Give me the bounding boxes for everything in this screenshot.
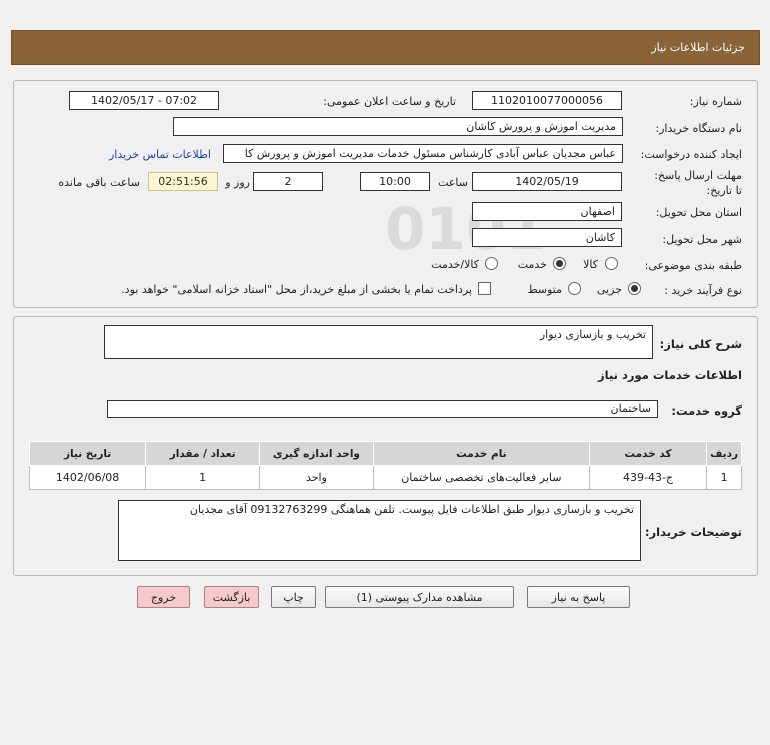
deadline-days-field: 2: [253, 172, 323, 191]
creator-field: عباس مجدیان عباس آبادی کارشناس مسئول خدم…: [223, 144, 623, 163]
back-button[interactable]: بازگشت: [204, 586, 259, 608]
city-field: کاشان: [472, 228, 622, 247]
col-name-header: نام خدمت: [372, 441, 590, 466]
category-goods-label: کالا: [583, 258, 598, 271]
buyer-notes-label: توضیحات خریدار:: [644, 525, 742, 539]
service-group-field: ساختمان: [107, 400, 658, 418]
page-header: جزئیات اطلاعات نیاز: [11, 30, 760, 65]
col-qty-header: تعداد / مقدار: [145, 441, 261, 466]
category-label: طبقه بندی موضوعی:: [644, 259, 742, 272]
page-title: جزئیات اطلاعات نیاز: [651, 41, 745, 54]
province-field: اصفهان: [472, 202, 622, 221]
col-row-header: ردیف: [706, 441, 742, 466]
category-goods-service-radio[interactable]: [485, 257, 498, 270]
view-attachments-button[interactable]: مشاهده مدارک پیوستی (1): [325, 586, 514, 608]
cell-service-name: سایر فعالیت‌های تخصصی ساختمان: [372, 465, 590, 490]
remaining-time-label: ساعت باقی مانده: [58, 176, 140, 189]
announce-field: 1402/05/17 - 07:02: [69, 91, 219, 110]
col-date-header: تاریخ نیاز: [28, 441, 147, 466]
deadline-days-label: روز و: [225, 176, 250, 189]
cell-need-date: 1402/06/08: [28, 465, 147, 490]
print-button[interactable]: چاپ: [271, 586, 316, 608]
category-goods-radio[interactable]: [605, 257, 618, 270]
creator-label: ایجاد کننده درخواست:: [640, 148, 742, 161]
category-service-label: خدمت: [517, 258, 547, 271]
announce-label: تاریخ و ساعت اعلان عمومی:: [323, 95, 456, 108]
treasury-payment-checkbox[interactable]: [478, 282, 491, 295]
reply-button[interactable]: پاسخ به نیاز: [527, 586, 630, 608]
process-label: نوع فرآیند خرید :: [664, 284, 742, 297]
remaining-time-field: 02:51:56: [148, 172, 218, 191]
need-info-panel: [13, 80, 758, 308]
buyer-contact-link[interactable]: اطلاعات تماس خریدار: [109, 148, 211, 161]
cell-quantity: 1: [145, 465, 261, 490]
services-table-header: ردیف کد خدمت نام خدمت واحد اندازه گیری ت…: [28, 441, 742, 466]
treasury-payment-note: پرداخت تمام یا بخشی از مبلغ خرید،از محل …: [121, 283, 472, 296]
process-minor-radio[interactable]: [628, 282, 641, 295]
exit-button[interactable]: خروج: [137, 586, 190, 608]
services-section-title: اطلاعات خدمات مورد نیاز: [598, 368, 742, 382]
col-unit-header: واحد اندازه گیری: [259, 441, 374, 466]
category-goods-service-label: کالا/خدمت: [431, 258, 479, 271]
col-code-header: کد خدمت: [588, 441, 708, 466]
summary-field: تخریب و بازسازی دیوار: [104, 325, 653, 359]
cell-unit: واحد: [259, 465, 374, 490]
process-medium-label: متوسط: [527, 283, 562, 296]
buyer-notes-field: تخریب و بازسازی دیوار طبق اطلاعات فایل پ…: [118, 500, 641, 561]
buyer-label: نام دستگاه خریدار:: [655, 122, 742, 135]
deadline-label: مهلت ارسال پاسخ: تا تاریخ:: [654, 169, 742, 197]
deadline-date-field: 1402/05/19: [472, 172, 622, 191]
service-group-label: گروه خدمت:: [671, 404, 742, 418]
process-medium-radio[interactable]: [568, 282, 581, 295]
services-table: ردیف کد خدمت نام خدمت واحد اندازه گیری ت…: [28, 441, 742, 490]
category-service-radio[interactable]: [553, 257, 566, 270]
province-label: استان محل تحویل:: [655, 206, 742, 219]
table-row: 1 ج-43-439 سایر فعالیت‌های تخصصی ساختمان…: [28, 465, 742, 490]
city-label: شهر محل تحویل:: [662, 233, 742, 246]
buyer-field: مدیریت اموزش و پرورش کاشان: [173, 117, 623, 136]
need-number-field: 1102010077000056: [472, 91, 622, 110]
cell-row-number: 1: [706, 465, 742, 490]
process-minor-label: جزیی: [596, 283, 622, 296]
deadline-time-label: ساعت: [438, 176, 468, 189]
cell-service-code: ج-43-439: [588, 465, 708, 490]
summary-label: شرح کلی نیاز:: [659, 337, 742, 351]
deadline-time-field: 10:00: [360, 172, 430, 191]
need-number-label: شماره نیاز:: [689, 95, 742, 108]
